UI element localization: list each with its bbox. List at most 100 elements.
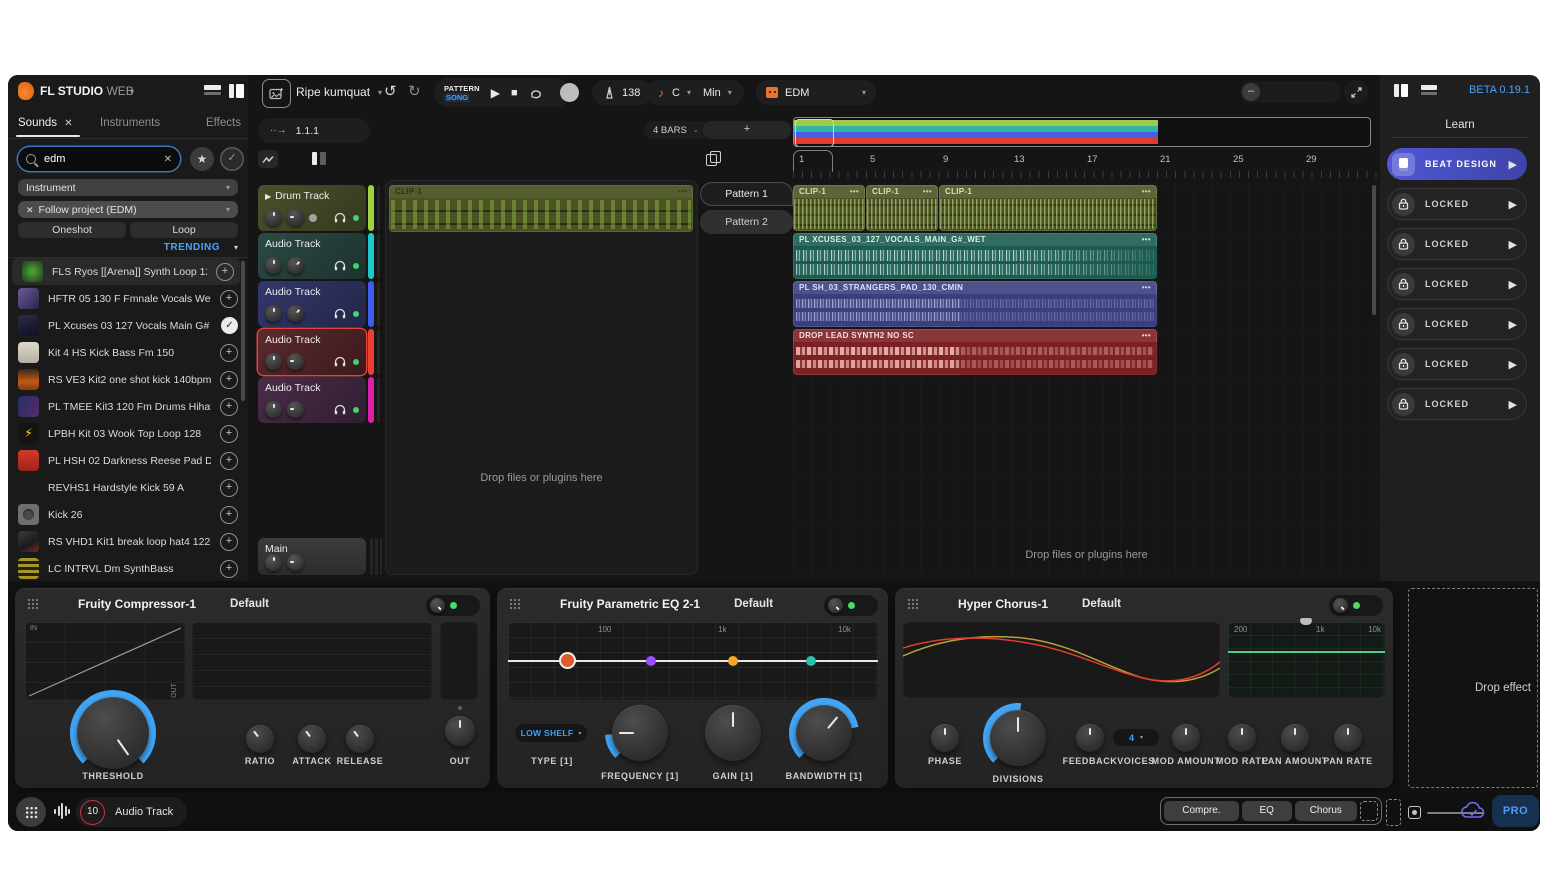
tab-sounds-close-icon[interactable]: ✕ — [64, 118, 72, 129]
add-sample-icon[interactable]: + — [216, 263, 234, 281]
eq-band-handle-2[interactable] — [646, 656, 656, 666]
empty-effect-slot[interactable] — [1360, 801, 1378, 821]
remove-filter-icon[interactable]: ✕ — [26, 205, 34, 215]
key-root-dropdown[interactable]: C ▾ — [672, 87, 691, 99]
clip-menu-icon[interactable]: ••• — [850, 187, 859, 196]
learn-item-locked-4[interactable]: LOCKED ▶ — [1387, 308, 1527, 340]
add-sample-icon[interactable]: + — [220, 560, 238, 578]
selected-track-chip[interactable]: 10 Audio Track — [76, 797, 187, 827]
pan-knob[interactable] — [265, 305, 282, 322]
fl-logo-icon[interactable] — [18, 82, 34, 100]
track-header-main[interactable]: Main — [258, 538, 366, 575]
fx-power-control[interactable] — [824, 595, 878, 616]
list-item[interactable]: Kit 4 HS Kick Bass Fm 150 + — [8, 339, 244, 366]
genre-dropdown[interactable]: EDM ▾ — [756, 80, 876, 105]
added-check-icon[interactable]: ✓ — [221, 317, 238, 334]
clip-menu-icon[interactable]: ••• — [923, 187, 932, 196]
volume-knob[interactable] — [287, 305, 304, 322]
tab-instruments[interactable]: Instruments — [100, 117, 160, 129]
add-sample-icon[interactable]: + — [220, 506, 238, 524]
add-sample-icon[interactable]: + — [220, 344, 238, 362]
mute-dot[interactable] — [309, 214, 317, 222]
list-item[interactable]: ⚡ LPBH Kit 03 Wook Top Loop 128 + — [8, 420, 244, 447]
project-name-dropdown[interactable]: Ripe kumquat ▾ — [296, 85, 382, 99]
learn-item-beat-design[interactable]: BEAT DESIGN ▶ — [1387, 148, 1527, 180]
voices-dropdown[interactable]: 4 ▾ — [1113, 729, 1159, 746]
search-clear-icon[interactable]: ✕ — [164, 154, 172, 165]
phase-knob[interactable] — [931, 724, 959, 752]
learn-item-locked-5[interactable]: LOCKED ▶ — [1387, 348, 1527, 380]
play-icon[interactable]: ▶ — [1509, 278, 1517, 291]
frequency-knob[interactable] — [605, 698, 675, 768]
drag-handle-icon[interactable] — [509, 598, 522, 611]
track-header-audio-4[interactable]: Audio Track — [258, 377, 366, 423]
add-sample-icon[interactable]: + — [220, 533, 238, 551]
clip-menu-icon[interactable]: ••• — [1142, 283, 1151, 292]
playlist-grid[interactable]: CLIP-1••• CLIP-1••• CLIP-1••• PL XCUSES_… — [793, 179, 1380, 575]
volume-knob[interactable] — [287, 554, 304, 571]
drop-effect-slot[interactable] — [1386, 799, 1401, 826]
list-item[interactable]: RS VHD1 Kit1 break loop hat4 122bp... + — [8, 528, 244, 555]
headphones-icon[interactable] — [334, 260, 346, 271]
add-sample-icon[interactable]: + — [220, 452, 238, 470]
playlist-scrollbar[interactable] — [1372, 185, 1376, 315]
volume-knob[interactable] — [287, 401, 304, 418]
playlist-clip-drums-2[interactable]: CLIP-1••• — [866, 185, 938, 231]
attack-knob[interactable] — [298, 725, 326, 753]
fx-preset[interactable]: Default — [230, 598, 269, 610]
list-item[interactable]: REVHS1 Hardstyle Kick 59 A + — [8, 474, 244, 501]
fx-preset[interactable]: Default — [734, 598, 773, 610]
clip-menu-icon[interactable]: ••• — [678, 187, 687, 196]
effect-chip-eq[interactable]: EQ — [1242, 801, 1292, 821]
app-menu-chevron-icon[interactable]: ▾ — [130, 87, 134, 96]
pan-knob[interactable] — [265, 257, 282, 274]
bars-selector-dropdown[interactable]: 4 BARS ⌄ — [644, 121, 708, 139]
pan-knob[interactable] — [265, 209, 282, 226]
play-button[interactable]: ▶ — [491, 86, 500, 100]
pan-knob[interactable] — [265, 401, 282, 418]
list-item[interactable]: HFTR 05 130 F Fmnale Vocals Wet + — [8, 285, 244, 312]
add-sample-icon[interactable]: + — [220, 290, 238, 308]
volume-knob[interactable] — [287, 257, 304, 274]
record-button[interactable] — [560, 83, 579, 102]
pattern-song-toggle[interactable]: PATTERN SONG — [444, 84, 480, 102]
pattern-tab-1[interactable]: Pattern 1 — [700, 182, 793, 206]
eq-band-handle-1[interactable] — [561, 654, 574, 667]
pan-knob[interactable] — [265, 353, 282, 370]
editor-clip-drum[interactable]: CLIP-1 ••• — [389, 185, 693, 232]
project-artwork-button[interactable] — [262, 79, 291, 108]
layout-rows-icon[interactable] — [204, 85, 221, 97]
sort-trending-dropdown[interactable]: TRENDING ▾ — [164, 242, 238, 253]
instrument-filter-dropdown[interactable]: Instrument▾ — [18, 179, 238, 196]
search-input[interactable] — [42, 152, 158, 166]
headphones-icon[interactable] — [334, 356, 346, 367]
redo-button[interactable]: ↻ — [408, 82, 421, 100]
pattern-tab-2[interactable]: Pattern 2 — [700, 210, 793, 234]
headphones-icon[interactable] — [334, 308, 346, 319]
add-pattern-button[interactable]: + — [703, 121, 791, 139]
list-item[interactable]: PL HSH 02 Darkness Reese Pad D S... + — [8, 447, 244, 474]
list-item[interactable]: Kick 26 + — [8, 501, 244, 528]
bandwidth-knob[interactable] — [789, 698, 859, 768]
playlist-clip-drums-3[interactable]: CLIP-1••• — [939, 185, 1157, 231]
list-item[interactable]: RS VE3 Kit2 one shot kick 140bpm ... + — [8, 366, 244, 393]
playlist-clip-vocals[interactable]: PL XCUSES_03_127_VOCALS_MAIN_G#_WET••• — [793, 233, 1157, 279]
volume-knob[interactable] — [287, 209, 304, 226]
gain-knob[interactable] — [698, 698, 768, 768]
undo-button[interactable]: ↺ — [384, 82, 397, 100]
tempo-control[interactable]: 138 — [592, 80, 652, 105]
list-item[interactable]: FLS Ryos [[Arena]] Synth Loop 128... + — [12, 258, 240, 285]
fx-panel-chorus[interactable]: Hyper Chorus-1Default 200 1k 10k PHASE D… — [895, 588, 1393, 788]
filter-handle[interactable] — [1300, 618, 1312, 625]
effect-chip-chorus[interactable]: Chorus — [1295, 801, 1357, 821]
power-dot[interactable] — [1353, 602, 1360, 609]
track-header-audio-1[interactable]: Audio Track — [258, 233, 366, 279]
drag-handle-icon[interactable] — [27, 598, 40, 611]
pro-upgrade-button[interactable]: PRO — [1492, 795, 1539, 827]
play-icon[interactable]: ▶ — [1509, 358, 1517, 371]
pan-amount-knob[interactable] — [1281, 724, 1309, 752]
clip-menu-icon[interactable]: ••• — [1142, 235, 1151, 244]
rack-view-toggle-icon[interactable] — [312, 152, 326, 165]
track-header-drum[interactable]: ▶Drum Track — [258, 185, 366, 231]
threshold-knob[interactable] — [70, 690, 156, 776]
